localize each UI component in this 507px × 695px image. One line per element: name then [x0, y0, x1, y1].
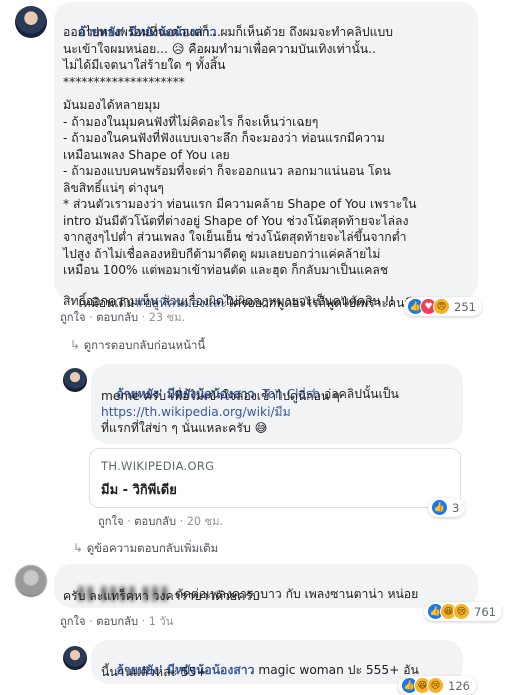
sad-reaction-icon: 😢 — [453, 603, 470, 620]
comment-line: * ส่วนตัวเรามองว่า ท่อนแรก มีความคล้าย S… — [63, 197, 417, 211]
like-link[interactable]: ถูกใจ — [60, 311, 86, 324]
comment-bubble: อ้ายหยัง' มีหยังน้อน้องสาว ผมก็เห็นด้วย … — [54, 2, 478, 310]
reply-line: meme ครับ เพื่อไม่เข้าใจลองเข้าไปดูนี่ก่… — [101, 389, 340, 403]
reply-actions: ถูกใจ · ตอบกลับ · 20 ชม. — [98, 515, 224, 528]
like-link[interactable]: ถูกใจ — [60, 615, 86, 628]
comment-actions: ถูกใจ · ตอบกลับ · 1 วัน — [60, 615, 174, 628]
link-domain: TH.WIKIPEDIA.ORG — [101, 459, 215, 473]
like-link[interactable]: ถูกใจ — [98, 515, 124, 528]
comment-line: ครับ ละแทร็คหา วงคาราบาวด้วยครับ — [63, 589, 260, 603]
comment-line: ******************** — [63, 75, 185, 89]
comment-line: intro มันมีตัวโน้ตที่ต่างอยู่ Shape of Y… — [63, 214, 409, 228]
comment-actions: ถูกใจ · ตอบกลับ · 23 ชม. — [60, 311, 186, 324]
reply-link[interactable]: ตอบกลับ — [96, 615, 138, 628]
reaction-count: 126 — [448, 678, 470, 693]
comment-line: ลิขสิทธิ์แน่ๆ ด่างุนๆ — [63, 181, 164, 195]
more-replies-link[interactable]: ↳ ดูข้อความตอบกลับเพิ่มเติม — [73, 540, 218, 558]
comment-line: ไม่ได้มีเจตนาใส่ร้ายใด ๆ ทั้งสิ้น — [63, 58, 226, 72]
reply-arrow-icon: ↳ — [70, 338, 81, 352]
comment-line: - ถ้ามองในคนฟังที่ฟังแบบเจาะลึก ก็จะมองว… — [63, 131, 385, 145]
reaction-summary[interactable]: 👍 😆 😢 126 — [398, 676, 476, 695]
comment-line: ออกไปทางพร้อมที่จะด่าแต่ก็... — [63, 25, 221, 39]
reply-link[interactable]: ตอบกลับ — [96, 311, 138, 324]
comment-bubble: ▌▌ ▌▌▌▌ ▌▌▌ ตัดต่อเพลงคาราบาว กับ เพลงซา… — [54, 564, 478, 608]
avatar[interactable] — [63, 368, 87, 392]
reply-link[interactable]: ตอบกลับ — [134, 515, 176, 528]
comment-line: นะเข้าใจผมหน่อย... 😥 คือผมทำมาเพื่อความบ… — [63, 42, 376, 56]
timestamp[interactable]: 23 ชม. — [149, 311, 185, 324]
comment-line: มันมองได้หลายมุม — [63, 98, 161, 112]
avatar[interactable] — [15, 565, 47, 597]
reaction-summary[interactable]: 👍 3 — [428, 498, 466, 517]
avatar[interactable] — [15, 6, 47, 38]
reply-arrow-icon: ↳ — [73, 541, 84, 555]
comment-line: สิทธิ์ออกความเห็น ส่วนเรื่องผิดไม่ผิดกฎห… — [63, 294, 395, 308]
comment-line: - ถ้ามองแบบคนพร้อมที่จะด่า ก็จะออกแนว ลอ… — [63, 164, 391, 178]
wikipedia-link[interactable]: https://th.wikipedia.org/wiki/มีม — [101, 404, 461, 420]
previous-replies-link[interactable]: ↳ ดูการตอบกลับก่อนหน้านี้ — [70, 337, 205, 355]
like-reaction-icon: 👍 — [431, 499, 448, 516]
reply-bubble: อ้ายหยัง' มีหยังน้อน้องสาว Ton Clash อ่อ… — [91, 364, 463, 444]
comment-line: เหมือนเพลง Shape of You เลย — [63, 148, 230, 162]
comment-line: เหมือน 100% แต่พอมาเข้าท่อนตัด และฮุด ก็… — [63, 263, 389, 277]
reply-line: ที่แรกที่ใส่ข่า ๆ นั่นแหละครับ 😅 — [101, 421, 268, 435]
comment-line: - ถ้ามองในมุมคนฟังที่ไม่คิดอะไร ก็จะเห็น… — [63, 115, 319, 129]
comment-line: ไปสูง ถ้าไม่เชื่อลองหยิบกีต้ามาดีดดู ผมเ… — [63, 247, 381, 261]
reaction-count: 3 — [452, 500, 460, 515]
sad-reaction-icon: 😢 — [427, 677, 444, 694]
reaction-summary[interactable]: 👍 😆 😢 761 — [424, 602, 502, 621]
avatar[interactable] — [63, 646, 87, 670]
link-preview-card[interactable]: TH.WIKIPEDIA.ORG มีม - วิกิพีเดีย — [89, 448, 461, 508]
link-title: มีม - วิกิพีเดีย — [101, 483, 177, 498]
comment-line: จากสูงๆไปต่ำ ส่วนเพลง ใจเย็นเย็น ช่วงโน้… — [63, 230, 407, 244]
timestamp[interactable]: 20 ชม. — [187, 515, 223, 528]
reaction-count: 761 — [474, 604, 496, 619]
timestamp[interactable]: 1 วัน — [149, 615, 174, 628]
